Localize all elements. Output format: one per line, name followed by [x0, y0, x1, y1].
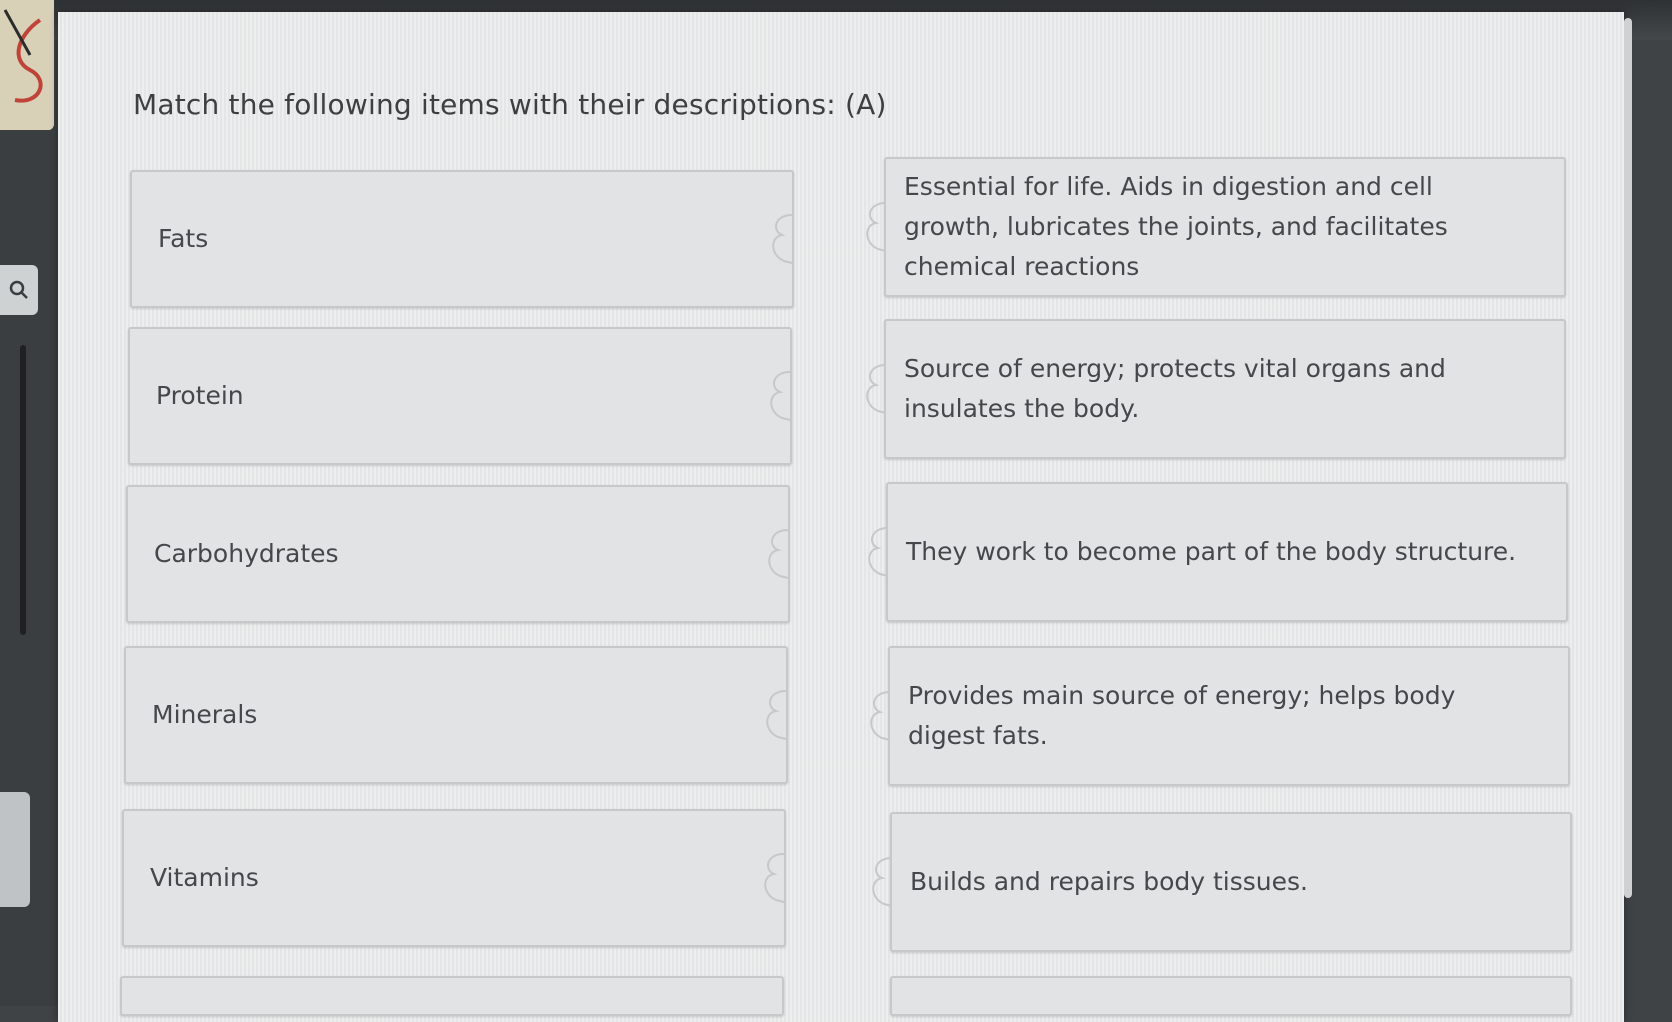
search-icon [9, 280, 28, 299]
description-card-2[interactable]: Source of energy; protects vital organs … [866, 319, 1566, 459]
term-label: Minerals [152, 700, 258, 729]
search-button[interactable] [0, 265, 38, 315]
question-title: Match the following items with their des… [133, 88, 887, 121]
puzzle-connector-icon [866, 364, 887, 414]
term-card-partial[interactable] [120, 976, 784, 1016]
sidebar-tab[interactable] [0, 792, 30, 907]
puzzle-connector-icon [766, 690, 787, 740]
app-logo [0, 0, 54, 130]
description-card-3[interactable]: They work to become part of the body str… [868, 482, 1568, 622]
description-card-4[interactable]: Provides main source of energy; helps bo… [870, 646, 1570, 786]
description-card-partial[interactable] [890, 976, 1572, 1016]
panel-scrollbar[interactable] [1624, 18, 1632, 898]
term-label: Fats [158, 224, 209, 253]
puzzle-connector-icon [866, 202, 887, 252]
term-label: Protein [156, 381, 244, 410]
puzzle-connector-icon [872, 857, 893, 907]
term-card-minerals[interactable]: Minerals [124, 646, 788, 784]
sidebar-scroll-track [20, 345, 26, 635]
puzzle-connector-icon [868, 527, 889, 577]
description-card-5[interactable]: Builds and repairs body tissues. [872, 812, 1572, 952]
puzzle-connector-icon [764, 853, 785, 903]
description-text: They work to become part of the body str… [906, 537, 1517, 566]
description-text: Provides main source of energy; helps bo… [908, 681, 1456, 750]
term-card-protein[interactable]: Protein [128, 327, 792, 465]
description-text: Source of energy; protects vital organs … [904, 354, 1446, 423]
term-card-carbohydrates[interactable]: Carbohydrates [126, 485, 790, 623]
puzzle-connector-icon [870, 691, 891, 741]
term-label: Carbohydrates [154, 539, 339, 568]
description-card-1[interactable]: Essential for life. Aids in digestion an… [866, 157, 1566, 297]
term-card-fats[interactable]: Fats [130, 170, 794, 308]
description-text: Essential for life. Aids in digestion an… [904, 172, 1448, 281]
puzzle-connector-icon [772, 214, 793, 264]
term-card-vitamins[interactable]: Vitamins [122, 809, 786, 947]
description-text: Builds and repairs body tissues. [910, 867, 1308, 896]
term-label: Vitamins [150, 863, 259, 892]
puzzle-connector-icon [770, 371, 791, 421]
puzzle-connector-icon [768, 529, 789, 579]
